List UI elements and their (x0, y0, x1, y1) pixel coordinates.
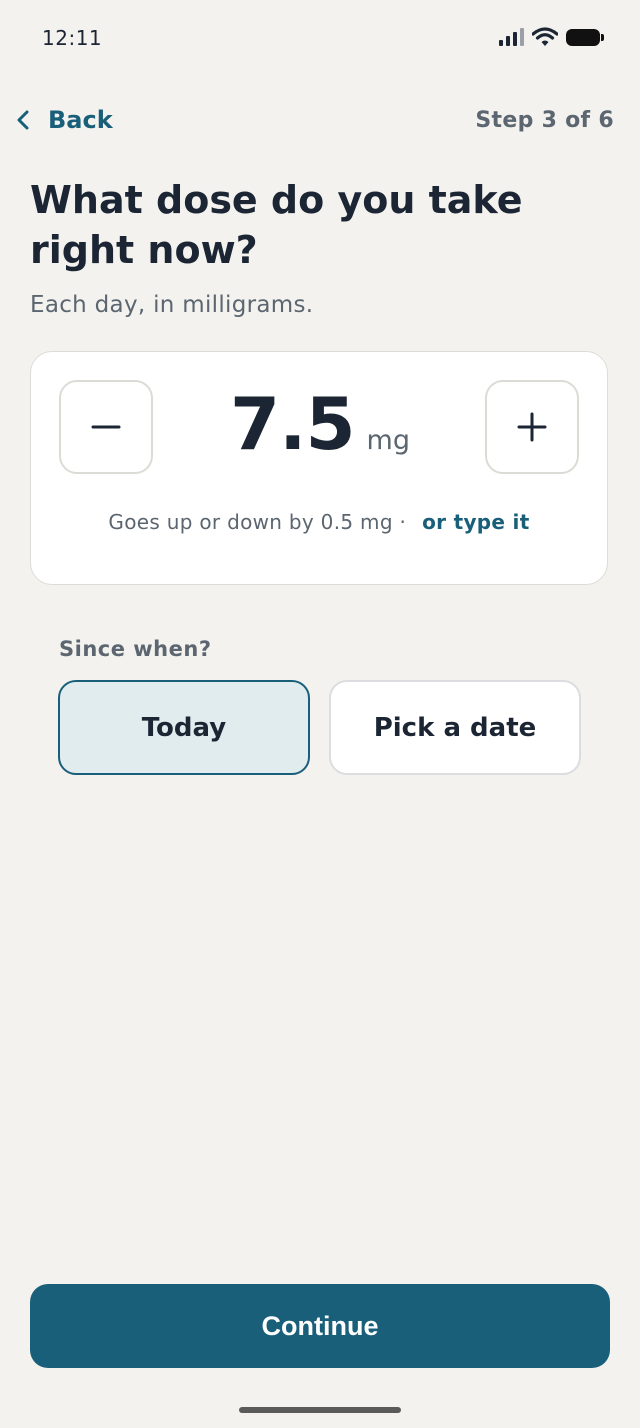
today-option[interactable]: Today (58, 680, 310, 775)
top-nav: Back Step 3 of 6 (0, 90, 640, 150)
increase-dose-button[interactable] (485, 380, 579, 474)
continue-button[interactable]: Continue (30, 1284, 610, 1368)
status-bar: 12:11 (0, 0, 640, 80)
step-indicator: Step 3 of 6 (475, 108, 614, 133)
back-label: Back (48, 106, 113, 134)
status-time: 12:11 (42, 26, 103, 50)
dose-hint: Goes up or down by 0.5 mg · or type it (31, 510, 607, 534)
wifi-icon (532, 27, 558, 46)
chevron-left-icon (17, 110, 29, 130)
dose-value: 7.5 (230, 382, 356, 466)
dose-step-hint: Goes up or down by 0.5 mg · (108, 510, 407, 534)
decrease-dose-button[interactable] (59, 380, 153, 474)
home-indicator (239, 1407, 401, 1413)
battery-icon (566, 28, 604, 46)
pick-a-date-option[interactable]: Pick a date (329, 680, 581, 775)
minus-icon (91, 425, 121, 429)
dose-unit: mg (366, 425, 410, 456)
page-subtitle: Each day, in milligrams. (30, 292, 314, 318)
page-title: What dose do you take right now? (30, 178, 523, 272)
back-button[interactable]: Back (16, 100, 113, 140)
dose-card: 7.5 mg Goes up or down by 0.5 mg · or typ… (30, 351, 608, 585)
status-icons (499, 27, 604, 47)
since-when-label: Since when? (59, 637, 212, 661)
plus-icon (517, 412, 547, 442)
cellular-signal-icon (499, 28, 524, 46)
type-it-link[interactable]: or type it (422, 510, 529, 534)
dose-display: 7.5 mg (181, 382, 459, 472)
